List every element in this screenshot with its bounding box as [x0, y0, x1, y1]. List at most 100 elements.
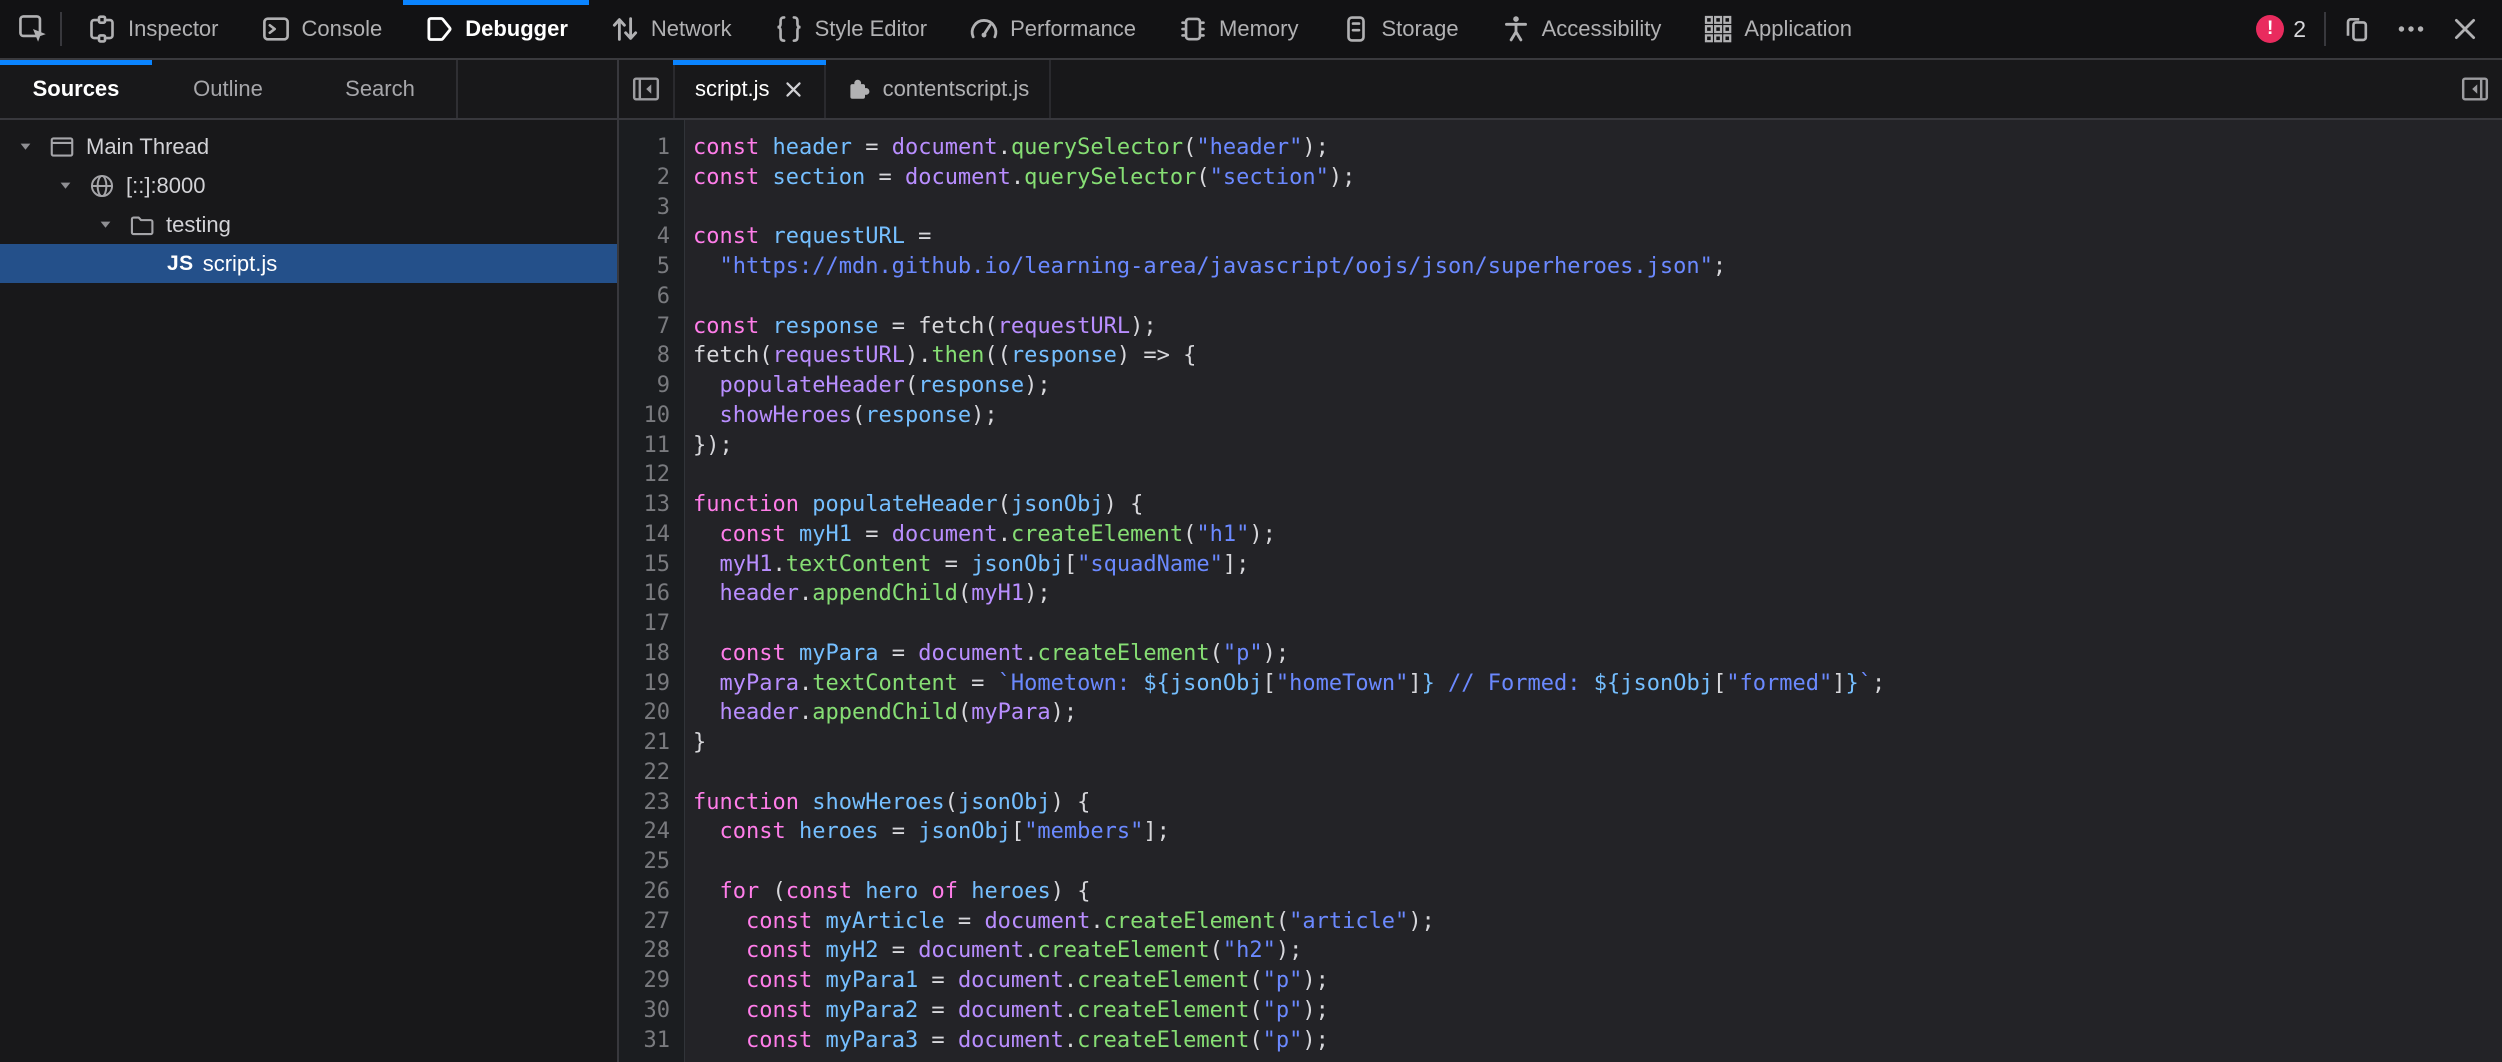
toolbox-tab-network[interactable]: Network — [589, 0, 753, 58]
code-line-content[interactable] — [684, 847, 693, 877]
tab-sources-label: Sources — [33, 76, 120, 102]
line-number[interactable]: 1 — [619, 133, 684, 163]
line-number[interactable]: 22 — [619, 758, 684, 788]
code-line-content[interactable]: const requestURL = — [684, 222, 931, 252]
line-number[interactable]: 13 — [619, 490, 684, 520]
line-number[interactable]: 15 — [619, 550, 684, 580]
code-line: 6 — [619, 282, 2502, 312]
code-line-content[interactable]: } — [684, 728, 706, 758]
line-number[interactable]: 25 — [619, 847, 684, 877]
toolbox-tab-application[interactable]: Application — [1682, 0, 1873, 58]
editor-tab-contentscript-js[interactable]: contentscript.js — [826, 60, 1052, 118]
code-line-content[interactable]: const myPara3 = document.createElement("… — [684, 1026, 1329, 1056]
responsive-design-mode-button[interactable] — [2334, 0, 2380, 58]
line-number[interactable]: 20 — [619, 698, 684, 728]
line-number[interactable]: 26 — [619, 877, 684, 907]
toolbox-tab-style-editor[interactable]: Style Editor — [753, 0, 949, 58]
collapse-sources-pane-button[interactable] — [619, 60, 673, 118]
code-line-content[interactable] — [684, 193, 693, 223]
error-count-badge[interactable]: ! 2 — [2246, 15, 2316, 43]
line-number[interactable]: 30 — [619, 996, 684, 1026]
code-line-content[interactable]: function showHeroes(jsonObj) { — [684, 788, 1090, 818]
line-number[interactable]: 8 — [619, 341, 684, 371]
source-tree-item-script-js[interactable]: JSscript.js — [0, 244, 617, 283]
toolbox-tab-storage[interactable]: Storage — [1320, 0, 1480, 58]
tab-outline[interactable]: Outline — [152, 60, 304, 118]
code-line-content[interactable]: myH1.textContent = jsonObj["squadName"]; — [684, 550, 1249, 580]
tab-search[interactable]: Search — [304, 60, 456, 118]
code-line-content[interactable]: for (const hero of heroes) { — [684, 877, 1090, 907]
code-line-content[interactable]: function populateHeader(jsonObj) { — [684, 490, 1143, 520]
line-number[interactable]: 6 — [619, 282, 684, 312]
line-number[interactable]: 7 — [619, 312, 684, 342]
line-number[interactable]: 2 — [619, 163, 684, 193]
code-line-content[interactable]: }); — [684, 431, 733, 461]
code-line-content[interactable]: const header = document.querySelector("h… — [684, 133, 1329, 163]
line-number[interactable]: 18 — [619, 639, 684, 669]
code-line-content[interactable]: header.appendChild(myPara); — [684, 698, 1077, 728]
line-number[interactable]: 4 — [619, 222, 684, 252]
toolbox-tab-accessibility[interactable]: Accessibility — [1480, 0, 1683, 58]
code-line-content[interactable]: const myH2 = document.createElement("h2"… — [684, 936, 1302, 966]
line-number[interactable]: 14 — [619, 520, 684, 550]
toolbox-tab-performance[interactable]: Performance — [948, 0, 1157, 58]
code-line-content[interactable]: myPara.textContent = `Hometown: ${jsonOb… — [684, 669, 1885, 699]
line-number[interactable]: 16 — [619, 579, 684, 609]
code-line-content[interactable] — [684, 282, 693, 312]
code-line-content[interactable]: const myPara1 = document.createElement("… — [684, 966, 1329, 996]
twisty-expanded-icon[interactable] — [92, 216, 118, 233]
line-number[interactable]: 17 — [619, 609, 684, 639]
line-number[interactable]: 31 — [619, 1026, 684, 1056]
twisty-expanded-icon[interactable] — [52, 177, 78, 194]
line-number[interactable]: 11 — [619, 431, 684, 461]
code-line-content[interactable]: const myPara2 = document.createElement("… — [684, 996, 1329, 1026]
code-line-content[interactable]: const heroes = jsonObj["members"]; — [684, 817, 1170, 847]
line-number[interactable]: 28 — [619, 936, 684, 966]
tab-close-icon[interactable] — [783, 79, 804, 100]
editor-tab-script-js[interactable]: script.js — [673, 60, 826, 118]
source-tree-item-main-thread[interactable]: Main Thread — [0, 127, 617, 166]
line-number[interactable]: 9 — [619, 371, 684, 401]
code-line-content[interactable]: "https://mdn.github.io/learning-area/jav… — [684, 252, 1726, 282]
code-line: 24 const heroes = jsonObj["members"]; — [619, 817, 2502, 847]
close-devtools-button[interactable] — [2442, 0, 2488, 58]
code-line-content[interactable]: const response = fetch(requestURL); — [684, 312, 1157, 342]
code-line-content[interactable]: const myPara = document.createElement("p… — [684, 639, 1289, 669]
tab-sources[interactable]: Sources — [0, 60, 152, 118]
source-editor[interactable]: 1const header = document.querySelector("… — [619, 120, 2502, 1062]
twisty-expanded-icon[interactable] — [12, 138, 38, 155]
meatball-menu-button[interactable] — [2388, 0, 2434, 58]
toolbox-tab-inspector[interactable]: Inspector — [66, 0, 240, 58]
toolbar-right-controls: ! 2 — [2246, 0, 2502, 58]
line-number[interactable]: 23 — [619, 788, 684, 818]
code-line-content[interactable]: populateHeader(response); — [684, 371, 1051, 401]
line-number[interactable]: 29 — [619, 966, 684, 996]
code-line-content[interactable] — [684, 609, 693, 639]
code-line-content[interactable] — [684, 460, 693, 490]
line-number[interactable]: 24 — [619, 817, 684, 847]
network-icon — [610, 14, 640, 44]
collapse-right-pane-button[interactable] — [2448, 60, 2502, 118]
code-line: 25 — [619, 847, 2502, 877]
code-line-content[interactable]: const section = document.querySelector("… — [684, 163, 1355, 193]
toolbox-tab-console[interactable]: Console — [240, 0, 404, 58]
pick-element-button[interactable] — [6, 0, 60, 58]
code-line-content[interactable]: const myH1 = document.createElement("h1"… — [684, 520, 1276, 550]
console-icon — [261, 14, 291, 44]
code-line-content[interactable]: header.appendChild(myH1); — [684, 579, 1051, 609]
line-number[interactable]: 3 — [619, 193, 684, 223]
line-number[interactable]: 21 — [619, 728, 684, 758]
line-number[interactable]: 10 — [619, 401, 684, 431]
code-line-content[interactable] — [684, 758, 693, 788]
code-line-content[interactable]: fetch(requestURL).then((response) => { — [684, 341, 1196, 371]
code-line-content[interactable]: showHeroes(response); — [684, 401, 998, 431]
toolbox-tab-memory[interactable]: Memory — [1157, 0, 1319, 58]
toolbox-tab-debugger[interactable]: Debugger — [403, 0, 589, 58]
line-number[interactable]: 27 — [619, 907, 684, 937]
line-number[interactable]: 5 — [619, 252, 684, 282]
line-number[interactable]: 12 — [619, 460, 684, 490]
source-tree-item--8000[interactable]: [::]:8000 — [0, 166, 617, 205]
line-number[interactable]: 19 — [619, 669, 684, 699]
code-line-content[interactable]: const myArticle = document.createElement… — [684, 907, 1435, 937]
source-tree-item-testing[interactable]: testing — [0, 205, 617, 244]
